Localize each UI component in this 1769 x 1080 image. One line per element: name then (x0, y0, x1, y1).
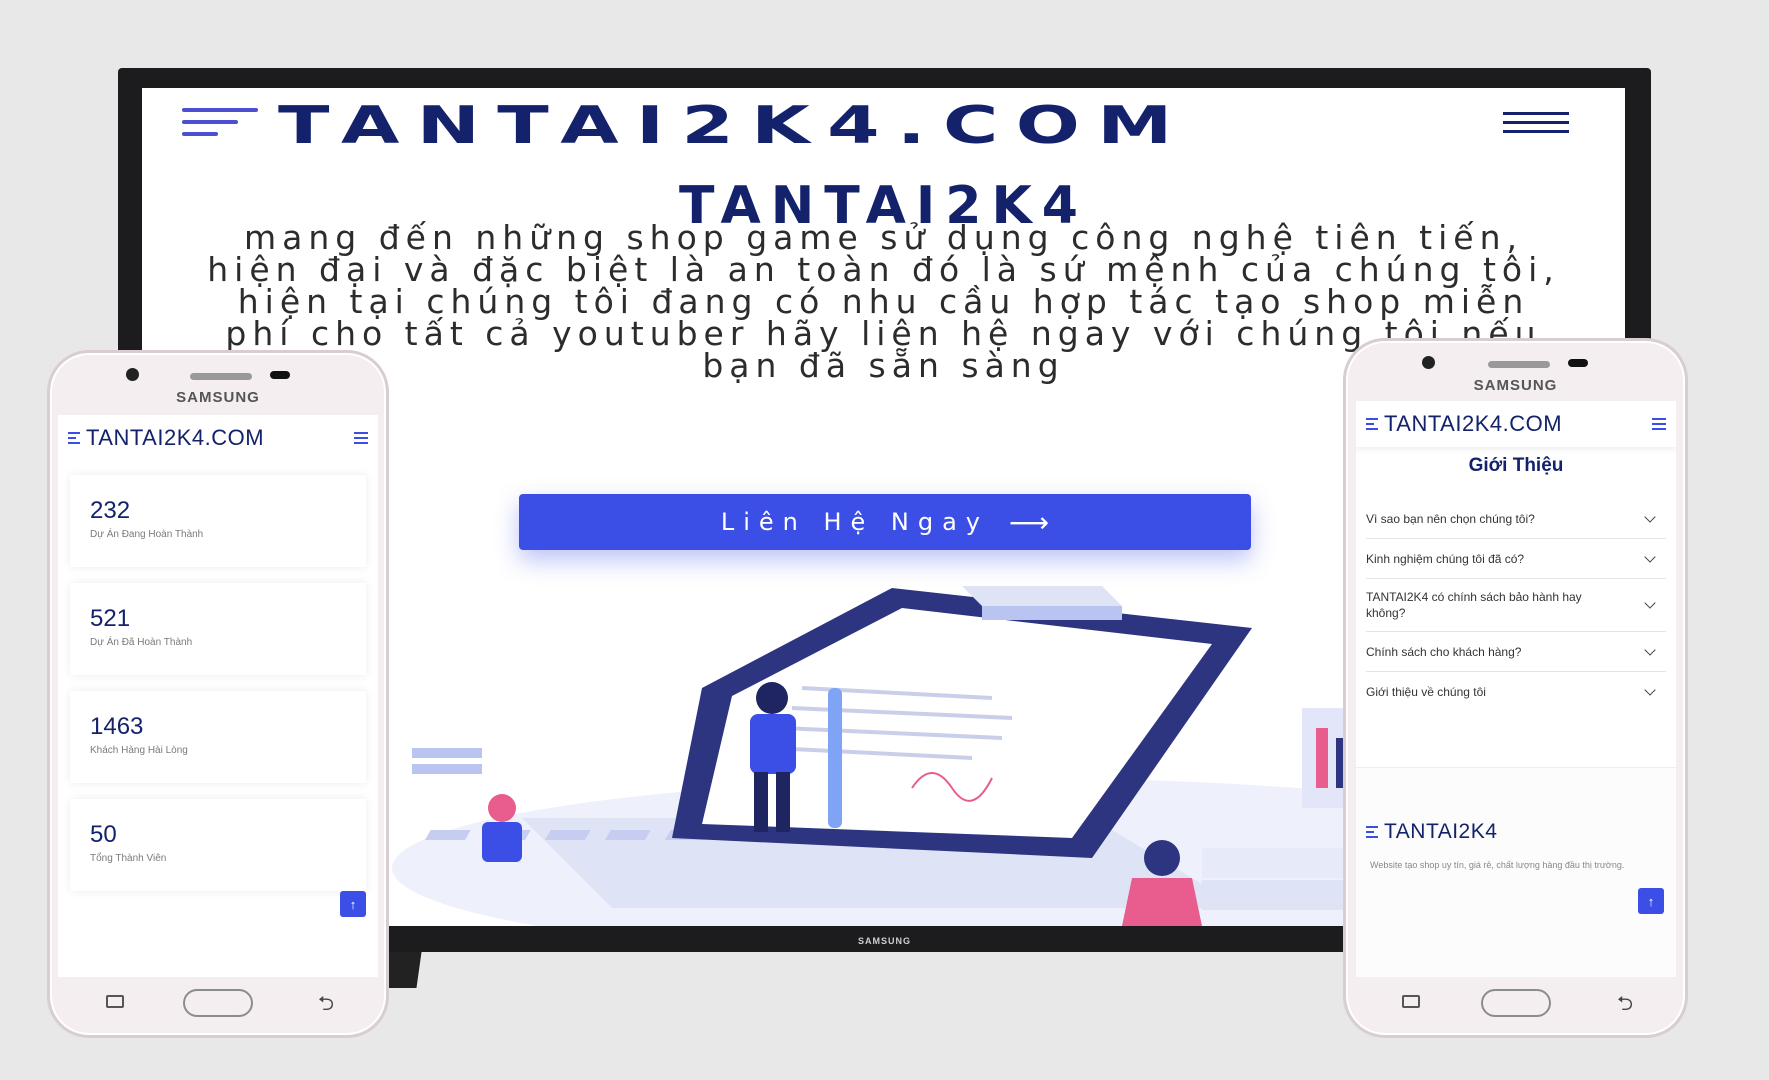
mobile-header: TANTAI2K4.COM (58, 415, 378, 461)
contact-now-button[interactable]: Liên Hệ Ngay ⟶ (519, 494, 1251, 550)
stat-card: 521 Dự Án Đã Hoàn Thành (70, 583, 366, 675)
stat-value: 1463 (90, 713, 144, 740)
faq-item[interactable]: Giới thiệu về chúng tôi (1366, 672, 1666, 712)
footer-logo[interactable]: TANTAI2K4 (1366, 820, 1497, 844)
site-logo[interactable]: TANTAI2K4.COM (278, 96, 1190, 156)
chevron-down-icon (1644, 684, 1656, 696)
site-logo[interactable]: TANTAI2K4.COM (1384, 411, 1652, 437)
chevron-down-icon (1644, 597, 1656, 609)
phone-brand-label: SAMSUNG (176, 389, 260, 406)
stat-label: Dự Án Đang Hoàn Thành (90, 529, 204, 540)
stat-value: 50 (90, 821, 117, 848)
section-title: Giới Thiệu (1468, 455, 1564, 476)
chevron-down-icon (1644, 510, 1656, 523)
android-navbar: ⮌ (50, 983, 386, 1023)
stat-value: 232 (90, 497, 131, 524)
faq-list: Vì sao bạn nên chọn chúng tôi? Kinh nghi… (1366, 499, 1666, 712)
recent-apps-icon[interactable] (1402, 995, 1420, 1008)
faq-question: TANTAI2K4 có chính sách bảo hành hay khô… (1366, 590, 1582, 620)
footer-description: Website tạo shop uy tín, giá rẻ, chất lư… (1370, 860, 1625, 870)
footer: TANTAI2K4 Website tạo shop uy tín, giá r… (1356, 767, 1676, 977)
front-camera-icon (1422, 356, 1435, 369)
faq-item[interactable]: Vì sao bạn nên chọn chúng tôi? (1366, 499, 1666, 539)
phone-left-screen: TANTAI2K4.COM 232 Dự Án Đang Hoàn Thành … (58, 415, 378, 977)
hamburger-menu-icon[interactable] (1503, 112, 1569, 139)
faq-question: Vì sao bạn nên chọn chúng tôi? (1366, 511, 1535, 526)
stat-card: 232 Dự Án Đang Hoàn Thành (70, 475, 366, 567)
logo-lines-icon (1366, 415, 1378, 433)
back-icon[interactable]: ⮌ (1617, 989, 1633, 1023)
phone-left: SAMSUNG TANTAI2K4.COM 232 Dự Án Đang Hoà… (47, 350, 389, 1038)
footer-logo-text: TANTAI2K4 (1384, 820, 1498, 843)
sensor-icon (270, 371, 290, 379)
logo-lines-icon (182, 108, 258, 144)
stat-card: 1463 Khách Hàng Hài Lòng (70, 691, 366, 783)
stat-label: Khách Hàng Hài Lòng (90, 745, 188, 756)
android-navbar: ⮌ (1346, 983, 1685, 1023)
hamburger-menu-icon[interactable] (1652, 415, 1666, 433)
stat-card: 50 Tổng Thành Viên (70, 799, 366, 891)
mobile-header: TANTAI2K4.COM (1356, 401, 1676, 447)
speaker-grill (190, 373, 252, 380)
phone-brand-label: SAMSUNG (1473, 377, 1558, 394)
scroll-to-top-button[interactable]: ↑ (1638, 888, 1664, 914)
site-logo[interactable]: TANTAI2K4.COM (86, 425, 354, 451)
back-icon[interactable]: ⮌ (318, 989, 334, 1023)
chevron-down-icon (1644, 550, 1656, 563)
logo-lines-icon (68, 429, 80, 447)
home-button[interactable] (183, 989, 253, 1017)
logo-lines-icon (1366, 823, 1378, 841)
phone-right-screen: TANTAI2K4.COM Giới Thiệu Vì sao bạn nên … (1356, 401, 1676, 977)
faq-question: Kinh nghiệm chúng tôi đã có? (1366, 551, 1525, 566)
speaker-grill (1488, 361, 1550, 368)
front-camera-icon (126, 368, 139, 381)
recent-apps-icon[interactable] (106, 995, 124, 1008)
hamburger-menu-icon[interactable] (354, 429, 368, 447)
chevron-down-icon (1644, 643, 1656, 656)
faq-item[interactable]: Kinh nghiệm chúng tôi đã có? (1366, 539, 1666, 579)
sensor-icon (1568, 359, 1588, 367)
faq-question: Giới thiệu về chúng tôi (1366, 685, 1486, 699)
phone-right: SAMSUNG TANTAI2K4.COM Giới Thiệu Vì sao … (1343, 338, 1688, 1038)
contact-now-label: Liên Hệ Ngay (720, 508, 990, 536)
scroll-to-top-button[interactable]: ↑ (340, 891, 366, 917)
faq-item[interactable]: Chính sách cho khách hàng? (1366, 632, 1666, 672)
stat-value: 521 (90, 605, 131, 632)
home-button[interactable] (1480, 989, 1551, 1017)
arrow-right-icon: ⟶ (1009, 505, 1050, 539)
faq-item[interactable]: TANTAI2K4 có chính sách bảo hành hay khô… (1366, 579, 1666, 632)
stats-section: 232 Dự Án Đang Hoàn Thành 521 Dự Án Đã H… (58, 461, 378, 977)
faq-question: Chính sách cho khách hàng? (1366, 644, 1522, 659)
stat-label: Dự Án Đã Hoàn Thành (90, 637, 193, 648)
stat-label: Tổng Thành Viên (90, 853, 167, 864)
